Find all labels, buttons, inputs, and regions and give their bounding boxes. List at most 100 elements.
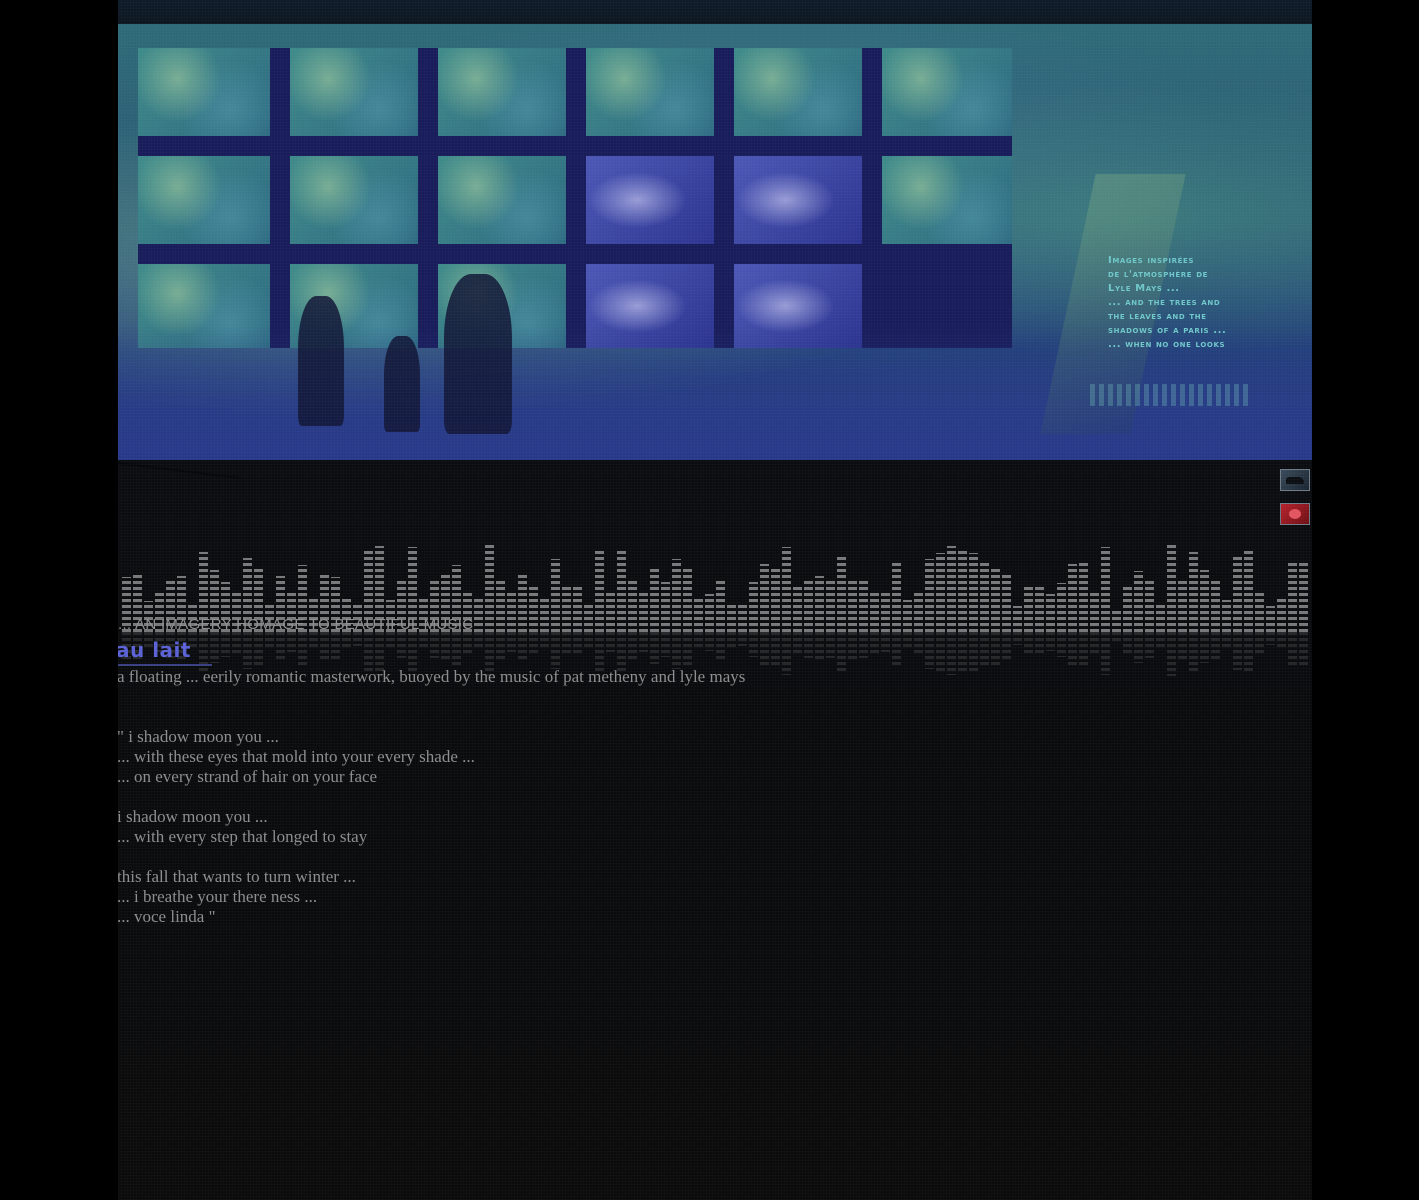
equalizer-bar [716, 579, 725, 632]
equalizer-reflection [804, 632, 813, 658]
caption-line: Images inspirées [1108, 255, 1194, 266]
banner-panel [586, 48, 714, 136]
equalizer-bar [958, 549, 967, 632]
equalizer-reflection [782, 632, 791, 675]
equalizer-bar [793, 587, 802, 632]
equalizer-reflection [925, 632, 934, 669]
equalizer-reflection [463, 632, 472, 653]
equalizer-bar [474, 597, 483, 632]
person-silhouette [444, 274, 512, 434]
equalizer-reflection [1299, 632, 1308, 667]
equalizer-bar [771, 567, 780, 632]
equalizer-reflection [793, 632, 802, 655]
equalizer-reflection [584, 632, 593, 647]
banner-panel [138, 48, 270, 136]
equalizer-reflection [309, 632, 318, 649]
equalizer-bar [1145, 580, 1154, 632]
equalizer-bar [1024, 587, 1033, 632]
equalizer-bar [980, 560, 989, 632]
poem-line: ... with these eyes that mold into your … [118, 747, 475, 766]
equalizer-bar [650, 569, 659, 632]
equalizer-bar [881, 593, 890, 632]
equalizer-reflection [639, 632, 648, 652]
equalizer-reflection [881, 632, 890, 652]
equalizer-reflection [672, 632, 681, 669]
poem-line: this fall that wants to turn winter ... [118, 867, 356, 886]
equalizer-bar [1123, 585, 1132, 632]
equalizer-reflection [320, 632, 329, 662]
equalizer-reflection [1002, 632, 1011, 662]
equalizer-graphic [118, 520, 1312, 680]
caption-line: shadows of a paris ... [1108, 325, 1227, 336]
tagline: ... AN IMAGERY HOMAGE TO BEAUTIFUL MUSIC [118, 616, 474, 633]
equalizer-reflection [1046, 632, 1055, 651]
equalizer-reflection [199, 632, 208, 672]
equalizer-bar [540, 598, 549, 632]
equalizer-bar [1299, 563, 1308, 632]
equalizer-reflection [496, 632, 505, 659]
car-thumbnail-icon[interactable] [1280, 469, 1310, 491]
equalizer-bar [507, 593, 516, 632]
equalizer-reflection [441, 632, 450, 662]
equalizer-reflection [683, 632, 692, 665]
equalizer-reflection [1134, 632, 1143, 663]
equalizer-bar [1046, 594, 1055, 632]
equalizer-bar [826, 580, 835, 632]
equalizer-bar [936, 553, 945, 632]
banner-panel [438, 48, 566, 136]
equalizer-reflection [1200, 632, 1209, 663]
equalizer-bar [749, 582, 758, 632]
banner-dot-pattern [1090, 384, 1250, 406]
equalizer-bar [1068, 564, 1077, 632]
equalizer-reflection [1079, 632, 1088, 668]
equalizer-reflection [958, 632, 967, 674]
equalizer-reflection [1156, 632, 1165, 647]
equalizer-bar [1134, 571, 1143, 632]
equalizer-reflection [1013, 632, 1022, 645]
equalizer-reflection [232, 632, 241, 653]
equalizer-reflection [1255, 632, 1264, 653]
equalizer-reflection [705, 632, 714, 651]
equalizer-bar [859, 580, 868, 632]
equalizer-bar [562, 585, 571, 632]
equalizer-reflection [771, 632, 780, 665]
equalizer-bar [628, 578, 637, 632]
equalizer-reflection [947, 632, 956, 675]
equalizer-reflection [397, 632, 406, 658]
equalizer-reflection [1145, 632, 1154, 658]
equalizer-reflection [991, 632, 1000, 665]
equalizer-reflection [1277, 632, 1286, 649]
banner-panel [138, 156, 270, 244]
banner-panel [882, 48, 1012, 136]
equalizer-reflection [1035, 632, 1044, 656]
caption-line: ... and the trees and [1108, 297, 1221, 308]
equalizer-bar [617, 551, 626, 632]
equalizer-reflection [1123, 632, 1132, 656]
equalizer-reflection [1167, 632, 1176, 676]
equalizer-bar [1035, 585, 1044, 632]
banner-panel [290, 156, 418, 244]
equalizer-bar [925, 559, 934, 632]
equalizer-reflection [243, 632, 252, 669]
banner-panel [438, 156, 566, 244]
equalizer-bar [804, 580, 813, 632]
equalizer-reflection [936, 632, 945, 672]
banner-panel [734, 48, 862, 136]
equalizer-bar [892, 560, 901, 632]
header-banner-image: Images inspirées de l'atmosphère de Lyle… [118, 24, 1312, 460]
equalizer-bar [573, 586, 582, 632]
equalizer-reflection [331, 632, 340, 660]
equalizer-reflection [760, 632, 769, 666]
equalizer-reflection [551, 632, 560, 669]
equalizer-bar [1167, 545, 1176, 632]
equalizer-reflection [474, 632, 483, 650]
equalizer-bar [595, 549, 604, 632]
equalizer-bar [1222, 600, 1231, 632]
equalizer-reflection [1057, 632, 1066, 657]
caption-line: Lyle Mays ... [1108, 283, 1180, 294]
equalizer-reflection [1266, 632, 1275, 645]
equalizer-bar [683, 566, 692, 632]
equalizer-bar [1211, 578, 1220, 632]
equalizer-reflection [1090, 632, 1099, 653]
equalizer-reflection [815, 632, 824, 660]
